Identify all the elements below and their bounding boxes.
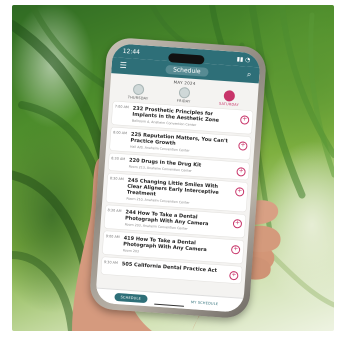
- session-title: 505 California Dental Practice Act: [121, 261, 218, 274]
- session-time: 8:30 AM: [109, 176, 124, 182]
- add-session-icon[interactable]: +: [230, 244, 241, 255]
- schedule-tab[interactable]: SCHEDULE: [114, 292, 148, 304]
- add-session-icon[interactable]: +: [234, 187, 245, 197]
- my-schedule-tab[interactable]: MY SCHEDULE: [185, 298, 225, 309]
- status-icons: ▮▮ ◔: [236, 55, 251, 64]
- day-dot: [132, 83, 145, 96]
- add-session-icon[interactable]: +: [232, 218, 243, 229]
- status-time: 12:44: [122, 47, 141, 56]
- day-dot: [223, 90, 236, 102]
- add-session-icon[interactable]: +: [229, 270, 239, 281]
- session-time: 8:30 AM: [107, 208, 122, 214]
- day-dot: [178, 86, 191, 99]
- session-list: 7:00 AM 232 Prosthetic Principles for Im…: [97, 101, 257, 284]
- session-time: 8:00 AM: [112, 130, 128, 136]
- session-time: 7:00 AM: [114, 104, 129, 110]
- page-title: Schedule: [164, 64, 209, 77]
- session-time: 9:00 AM: [105, 234, 120, 240]
- day-tab-saturday[interactable]: SATURDAY: [219, 90, 240, 107]
- session-time: 8:30 AM: [111, 156, 126, 162]
- search-icon[interactable]: ⌕: [247, 70, 252, 79]
- day-tab-friday[interactable]: FRIDAY: [176, 86, 192, 104]
- day-label: THURSDAY: [127, 95, 149, 101]
- phone-screen: 12:44 ▮▮ ◔ ☰ Schedule ⌕ MAY 2024 THURSDA…: [95, 43, 261, 313]
- bottom-nav: SCHEDULE MY SCHEDULE: [95, 287, 244, 313]
- phone: 12:44 ▮▮ ◔ ☰ Schedule ⌕ MAY 2024 THURSDA…: [88, 36, 268, 320]
- hamburger-icon[interactable]: ☰: [119, 61, 127, 70]
- add-session-icon[interactable]: +: [238, 141, 248, 151]
- day-tab-thursday[interactable]: THURSDAY: [127, 83, 150, 101]
- day-label: FRIDAY: [176, 98, 191, 104]
- add-session-icon[interactable]: +: [239, 115, 250, 125]
- add-session-icon[interactable]: +: [236, 167, 246, 177]
- day-label: SATURDAY: [218, 101, 240, 108]
- session-time: 9:30 AM: [103, 260, 119, 266]
